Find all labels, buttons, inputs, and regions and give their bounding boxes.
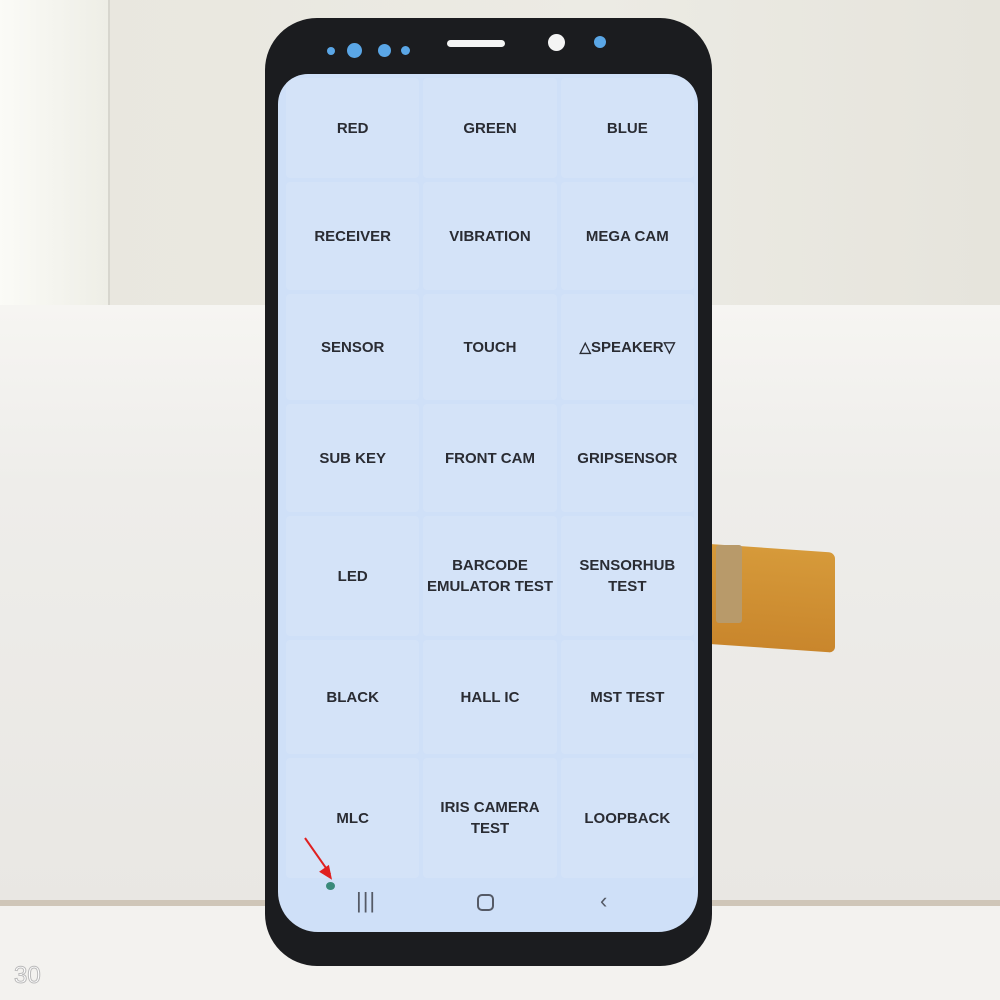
test-button-red[interactable]: RED (286, 78, 420, 178)
test-button-mlc[interactable]: MLC (286, 758, 420, 878)
home-icon[interactable] (477, 894, 494, 911)
test-button-mst-test[interactable]: MST TEST (560, 640, 694, 754)
test-button-sub-key[interactable]: SUB KEY (286, 404, 420, 512)
back-icon[interactable]: ‹ (600, 888, 607, 914)
navigation-bar: ||| ‹ (278, 874, 698, 932)
test-button-front-cam[interactable]: FRONT CAM (423, 404, 557, 512)
test-button-loopback[interactable]: LOOPBACK (560, 758, 694, 878)
test-button-hall-ic[interactable]: HALL IC (423, 640, 557, 754)
test-menu-grid: RED GREEN BLUE RECEIVER VIBRATION MEGA CAM SEN… (286, 78, 694, 878)
background-cloth (0, 0, 110, 310)
earpiece-speaker (447, 40, 505, 47)
test-button-mega-cam[interactable]: MEGA CAM (560, 182, 694, 290)
screen-defect-spot (326, 882, 335, 890)
test-button-speaker[interactable]: △SPEAKER▽ (560, 294, 694, 400)
sensor-dot (401, 46, 410, 55)
test-button-vibration[interactable]: VIBRATION (423, 182, 557, 290)
test-button-led[interactable]: LED (286, 516, 420, 636)
test-button-sensor[interactable]: SENSOR (286, 294, 420, 400)
test-button-barcode-emulator-test[interactable]: BARCODE EMULATOR TEST (423, 516, 557, 636)
iris-sensor-icon (347, 43, 362, 58)
sensor-dot (327, 47, 335, 55)
test-button-gripsensor[interactable]: GRIPSENSOR (560, 404, 694, 512)
image-counter: 30 (14, 962, 42, 990)
test-button-black[interactable]: BLACK (286, 640, 420, 754)
front-camera-icon (548, 34, 565, 51)
test-button-iris-camera-test[interactable]: IRIS CAMERA TEST (423, 758, 557, 878)
proximity-sensor-icon (378, 44, 391, 57)
test-button-touch[interactable]: TOUCH (423, 294, 557, 400)
test-button-sensorhub-test[interactable]: SENSORHUB TEST (560, 516, 694, 636)
sensor-dot (594, 36, 606, 48)
test-button-blue[interactable]: BLUE (560, 78, 694, 178)
recents-icon[interactable]: ||| (356, 888, 376, 914)
screen: RED GREEN BLUE RECEIVER VIBRATION MEGA CAM SEN… (278, 74, 698, 932)
flex-cable-connector (716, 545, 742, 623)
test-button-green[interactable]: GREEN (423, 78, 557, 178)
test-button-receiver[interactable]: RECEIVER (286, 182, 420, 290)
